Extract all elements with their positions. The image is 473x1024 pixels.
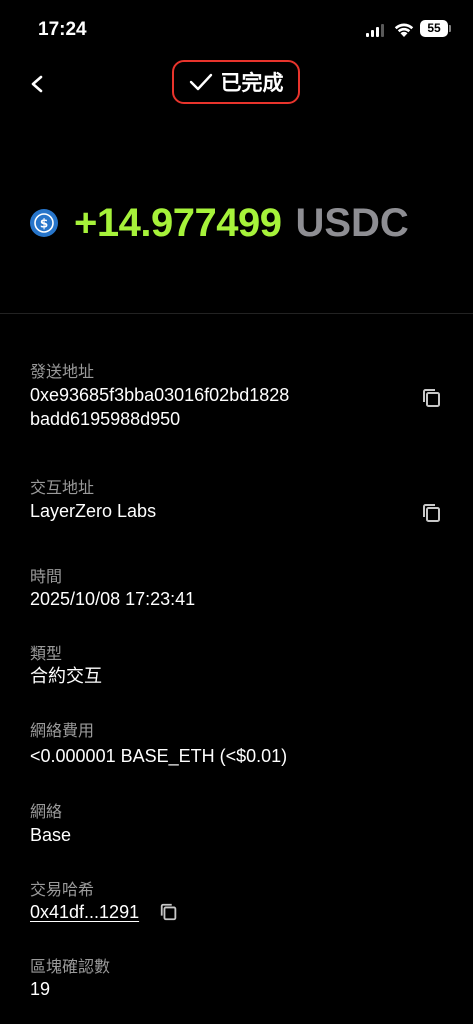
sender-address-line1: 0xe93685f3bba03016f02bd1828 xyxy=(30,385,290,405)
copy-icon[interactable] xyxy=(421,387,443,409)
tx-hash-label: 交易哈希 xyxy=(30,882,95,899)
interact-address-value: LayerZero Labs xyxy=(30,501,157,521)
status-label: 已完成 xyxy=(220,72,284,95)
usdc-coin-icon: $ xyxy=(30,209,58,237)
wifi-icon xyxy=(394,23,414,37)
type-label: 類型 xyxy=(30,646,63,663)
transaction-currency: USDC xyxy=(295,200,409,245)
cellular-signal-icon xyxy=(366,24,386,37)
sender-address-label: 發送地址 xyxy=(30,364,95,381)
network-value: Base xyxy=(30,825,72,845)
divider xyxy=(0,313,473,314)
status-time: 17:24 xyxy=(38,19,87,40)
transaction-amount: +14.977499 xyxy=(74,200,282,245)
time-value: 2025/10/08 17:23:41 xyxy=(30,589,196,609)
type-value: 合約交互 xyxy=(30,666,102,686)
battery-tip xyxy=(449,25,451,32)
time-label: 時間 xyxy=(30,569,63,586)
network-fee-label: 網絡費用 xyxy=(30,723,95,740)
checkmark-icon xyxy=(189,73,212,91)
network-label: 網絡 xyxy=(30,804,63,821)
interact-address-label: 交互地址 xyxy=(30,480,95,497)
confirmations-label: 區塊確認數 xyxy=(30,959,111,976)
tx-hash-link[interactable]: 0x41df...1291 xyxy=(30,900,139,924)
battery-icon: 55 xyxy=(420,20,448,37)
network-fee-value: <0.000001 BASE_ETH (<$0.01) xyxy=(30,746,288,766)
copy-icon[interactable] xyxy=(421,502,443,524)
status-bar: 17:24 55 xyxy=(0,0,473,60)
back-arrow-icon[interactable] xyxy=(26,70,50,98)
nav-header: 已完成 xyxy=(0,58,473,110)
sender-address-line2: badd6195988d950 xyxy=(30,409,181,429)
svg-text:$: $ xyxy=(40,217,48,231)
status-badge: 已完成 xyxy=(172,60,300,104)
copy-icon[interactable] xyxy=(159,902,179,922)
confirmations-value: 19 xyxy=(30,979,51,999)
amount-row: $ +14.977499 USDC xyxy=(30,198,409,248)
